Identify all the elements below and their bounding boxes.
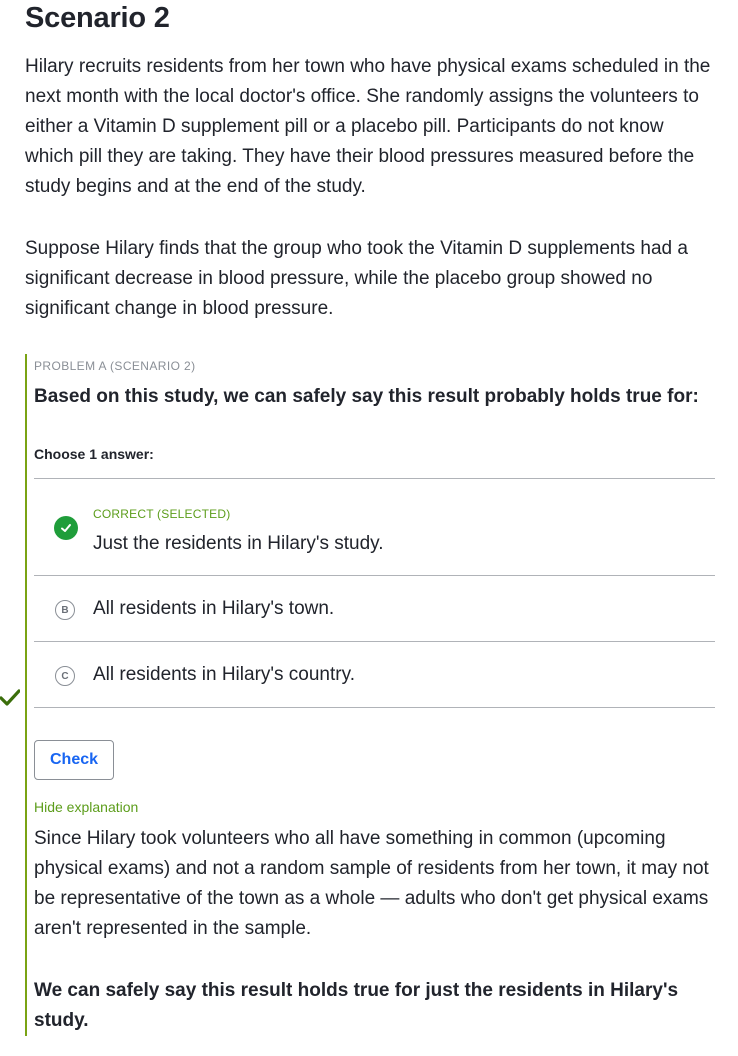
- choice-c-text: All residents in Hilary's country.: [93, 664, 355, 685]
- hide-explanation-link[interactable]: Hide explanation: [34, 799, 138, 815]
- question-text: Based on this study, we can safely say t…: [34, 386, 699, 407]
- choice-a-text: Just the residents in Hilary's study.: [93, 533, 384, 554]
- choice-b-text: All residents in Hilary's town.: [93, 598, 335, 619]
- problem-label: PROBLEM A (SCENARIO 2): [34, 359, 196, 373]
- choice-b[interactable]: B All residents in Hilary's town.: [34, 576, 715, 642]
- choose-instruction: Choose 1 answer:: [34, 446, 154, 462]
- choice-a[interactable]: CORRECT (SELECTED) Just the residents in…: [34, 479, 715, 576]
- choice-c[interactable]: C All residents in Hilary's country.: [34, 642, 715, 708]
- correct-status-label: CORRECT (SELECTED): [93, 507, 231, 521]
- problem-container: PROBLEM A (SCENARIO 2) Based on this stu…: [25, 354, 717, 1036]
- scenario-title: Scenario 2: [25, 2, 170, 34]
- side-checkmark-icon: [0, 689, 20, 706]
- explanation-text: Since Hilary took volunteers who all hav…: [34, 828, 709, 939]
- scenario-paragraph-1: Hilary recruits residents from her town …: [25, 56, 711, 197]
- check-button[interactable]: Check: [34, 740, 114, 780]
- checkmark-icon: [54, 516, 78, 540]
- letter-c-icon: C: [55, 666, 75, 686]
- scenario-paragraph-2: Suppose Hilary finds that the group who …: [25, 238, 688, 319]
- conclusion-text: We can safely say this result holds true…: [34, 980, 679, 1031]
- answer-choices: CORRECT (SELECTED) Just the residents in…: [34, 478, 715, 708]
- letter-b-icon: B: [55, 600, 75, 620]
